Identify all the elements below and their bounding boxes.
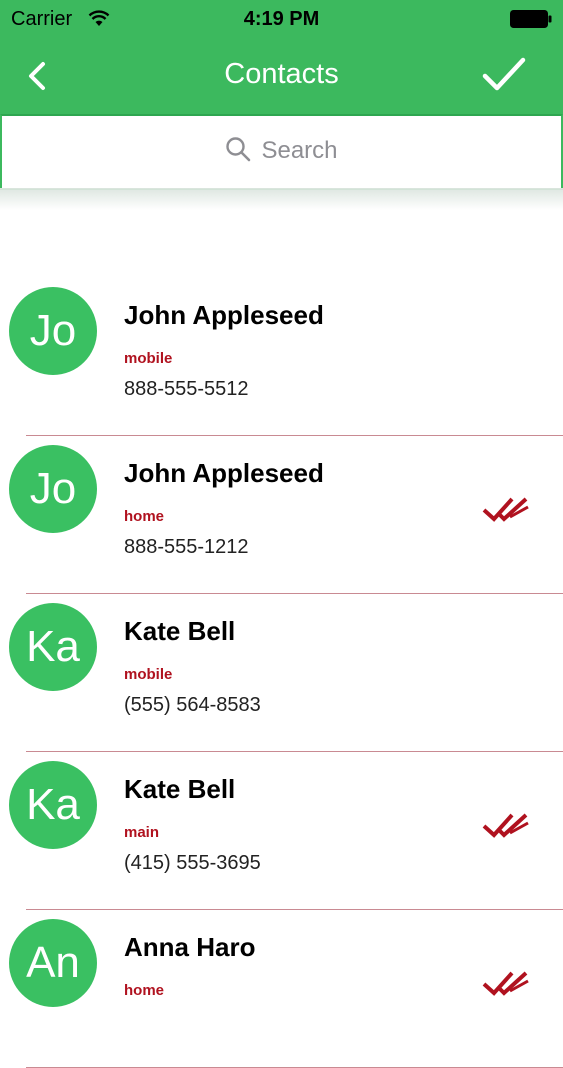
phone-number: (415) 555-3695 <box>124 852 261 874</box>
nav-bar: Contacts <box>0 38 563 114</box>
contact-name: John Appleseed <box>124 300 324 330</box>
avatar: Jo <box>9 445 97 533</box>
phone-label: main <box>124 824 160 841</box>
contact-row[interactable]: An Anna Haro home <box>0 910 563 1068</box>
phone-label: mobile <box>124 350 173 367</box>
avatar: An <box>9 919 97 1007</box>
search-shadow <box>0 188 563 210</box>
search-placeholder: Search <box>261 137 338 164</box>
double-check-icon <box>482 971 529 996</box>
status-bar: Carrier 4:19 PM <box>0 0 563 38</box>
contact-name: Kate Bell <box>124 616 236 646</box>
status-time: 4:19 PM <box>243 8 320 30</box>
phone-number: (555) 564-8583 <box>124 694 261 716</box>
contact-name: Kate Bell <box>124 774 236 804</box>
done-button[interactable] <box>481 54 527 96</box>
battery-icon <box>510 10 552 28</box>
double-check-icon <box>482 497 529 522</box>
avatar: Ka <box>9 603 97 691</box>
avatar: Ka <box>9 761 97 849</box>
contact-row[interactable]: Ka Kate Bell main (415) 555-3695 <box>0 752 563 910</box>
phone-number: 888-555-5512 <box>124 378 249 400</box>
page-title: Contacts <box>224 58 339 90</box>
phone-label: home <box>124 982 165 999</box>
contact-name: John Appleseed <box>124 458 324 488</box>
search-icon <box>226 137 251 162</box>
contact-row[interactable]: Jo John Appleseed home 888-555-1212 <box>0 436 563 594</box>
contact-row[interactable]: Jo John Appleseed mobile 888-555-5512 <box>0 278 563 436</box>
contact-list[interactable]: Jo John Appleseed mobile 888-555-5512 Jo John… <box>0 278 563 1068</box>
double-check-icon <box>482 813 529 838</box>
phone-number: 888-555-1212 <box>124 536 249 558</box>
phone-label: home <box>124 508 165 525</box>
contact-row[interactable]: Ka Kate Bell mobile (555) 564-8583 <box>0 594 563 752</box>
contact-name: Anna Haro <box>124 932 256 962</box>
avatar: Jo <box>9 287 97 375</box>
phone-label: mobile <box>124 666 173 683</box>
search-input[interactable]: Search <box>0 114 563 190</box>
